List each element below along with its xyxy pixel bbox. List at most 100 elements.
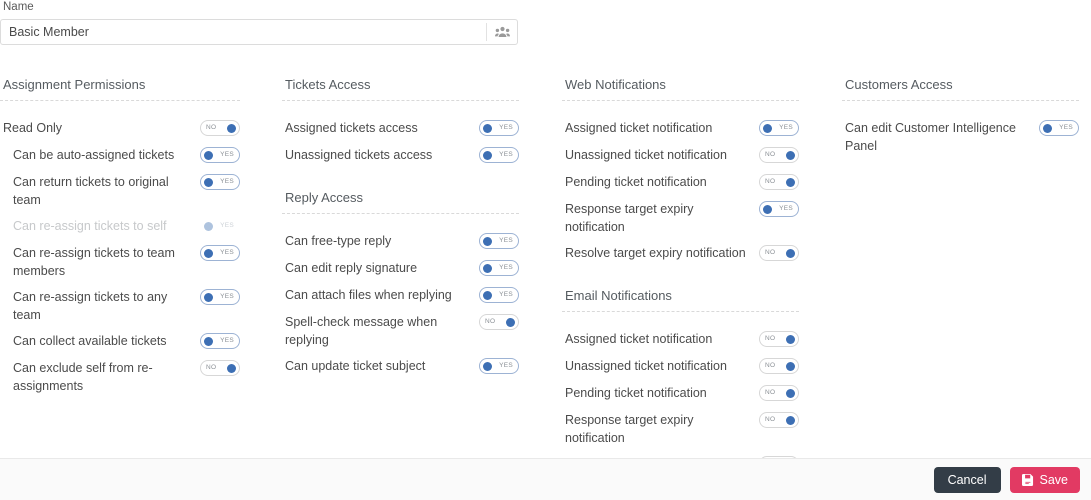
permission-label: Can attach files when replying [282,286,479,304]
permission-toggle[interactable]: NO [759,245,799,261]
toggle-state-label: NO [485,315,495,329]
permission-label: Can re-assign tickets to team members [0,244,200,280]
permission-toggle[interactable]: NO [759,331,799,347]
toggle-knob [786,389,795,398]
permission-row: Spell-check message when replyingNO [282,313,519,349]
section-tickets-access: Tickets AccessAssigned tickets accessYES… [282,76,519,165]
toggle-knob [786,151,795,160]
permission-row: Can re-assign tickets to team members YES [0,244,240,280]
column-customers-access: Customers AccessCan edit Customer Intell… [842,76,1079,163]
toggle-state-label: NO [765,175,775,189]
toggle-state-label: YES [499,121,513,135]
toggle-knob [204,337,213,346]
toggle-state-label: YES [499,288,513,302]
toggle-state-label: YES [220,246,234,260]
permission-row: Unassigned ticket notification NO [562,146,799,165]
permission-row: Response target expiry notificationNO [562,411,799,447]
name-input[interactable] [1,20,486,44]
permission-toggle[interactable]: NO [759,174,799,190]
permission-toggle[interactable]: YES [200,333,240,349]
toggle-state-label: NO [206,121,216,135]
permission-row: Can re-assign tickets to selfYES [0,217,240,236]
permission-toggle[interactable]: YES [759,201,799,217]
permission-toggle[interactable]: NO [759,147,799,163]
toggle-state-label: YES [220,334,234,348]
toggle-knob [483,264,492,273]
permission-row: Can free-type replyYES [282,232,519,251]
toggle-state-label: NO [765,413,775,427]
permission-row: Unassigned tickets access YES [282,146,519,165]
permission-toggle[interactable]: NO [200,360,240,376]
section-divider [282,100,519,101]
permission-toggle[interactable]: YES [1039,120,1079,136]
toggle-knob [786,335,795,344]
permission-label: Can edit Customer Intelligence Panel [842,119,1039,155]
permission-toggle[interactable]: YES [479,287,519,303]
permission-row: Can return tickets to original team YES [0,173,240,209]
permission-label: Response target expiry notification [562,200,759,236]
permission-row: Pending ticket notificationNO [562,384,799,403]
permission-label: Assigned ticket notification [562,119,759,137]
column-tickets-access: Tickets AccessAssigned tickets accessYES… [282,76,519,384]
permission-row: Can collect available ticketsYES [0,332,240,351]
toggle-knob [483,124,492,133]
permission-row: Can edit reply signatureYES [282,259,519,278]
permission-toggle[interactable]: YES [479,260,519,276]
permission-toggle[interactable]: YES [479,147,519,163]
toggle-knob [227,364,236,373]
toggle-state-label: YES [779,121,793,135]
permission-label: Can exclude self from re-assignments [0,359,200,395]
permission-toggle[interactable]: YES [479,120,519,136]
permission-toggle[interactable]: YES [759,120,799,136]
toggle-knob [483,237,492,246]
toggle-knob [204,249,213,258]
save-button-label: Save [1040,473,1069,487]
toggle-knob [786,362,795,371]
toggle-knob [483,362,492,371]
permission-toggle[interactable]: NO [759,385,799,401]
permission-row: Assigned ticket notification YES [562,119,799,138]
toggle-state-label: YES [1059,121,1073,135]
permission-label: Resolve target expiry notification [562,244,759,262]
permission-toggle[interactable]: YES [200,174,240,190]
permission-toggle[interactable]: YES [479,233,519,249]
permission-toggle[interactable]: NO [479,314,519,330]
column-notifications: Web NotificationsAssigned ticket notific… [562,76,799,482]
permission-label: Can re-assign tickets to any team [0,288,200,324]
permission-toggle[interactable]: YES [200,245,240,261]
footer-action-bar: Cancel Save [0,458,1091,500]
permission-row: Assigned tickets accessYES [282,119,519,138]
cancel-button[interactable]: Cancel [934,467,1001,493]
toggle-knob [763,124,772,133]
toggle-state-label: NO [765,386,775,400]
toggle-knob [786,178,795,187]
save-button[interactable]: Save [1010,467,1081,493]
section-divider [562,100,799,101]
permission-toggle[interactable]: NO [200,120,240,136]
toggle-state-label: NO [765,148,775,162]
toggle-state-label: YES [220,175,234,189]
section-title: Email Notifications [562,287,799,304]
permission-row: Assigned ticket notificationNO [562,330,799,349]
cancel-button-label: Cancel [948,473,987,487]
permission-toggle[interactable]: YES [200,147,240,163]
toggle-knob [204,178,213,187]
permission-toggle[interactable]: YES [479,358,519,374]
toggle-state-label: YES [779,202,793,216]
permission-label: Unassigned ticket notification [562,146,759,164]
toggle-state-label: NO [765,332,775,346]
permission-toggle[interactable]: NO [759,358,799,374]
permission-label: Can return tickets to original team [0,173,200,209]
users-group-icon[interactable] [487,20,517,44]
section-customers-access: Customers AccessCan edit Customer Intell… [842,76,1079,155]
permission-label: Unassigned tickets access [282,146,479,164]
permission-row: Resolve target expiry notificationNO [562,244,799,263]
permission-toggle[interactable]: NO [759,412,799,428]
toggle-state-label: YES [499,234,513,248]
permission-row: Can attach files when replying YES [282,286,519,305]
toggle-state-label: YES [499,148,513,162]
permission-label: Can update ticket subject [282,357,479,375]
permission-row: Can edit Customer Intelligence Panel YES [842,119,1079,155]
permission-toggle[interactable]: YES [200,289,240,305]
name-input-wrapper[interactable] [0,19,518,45]
